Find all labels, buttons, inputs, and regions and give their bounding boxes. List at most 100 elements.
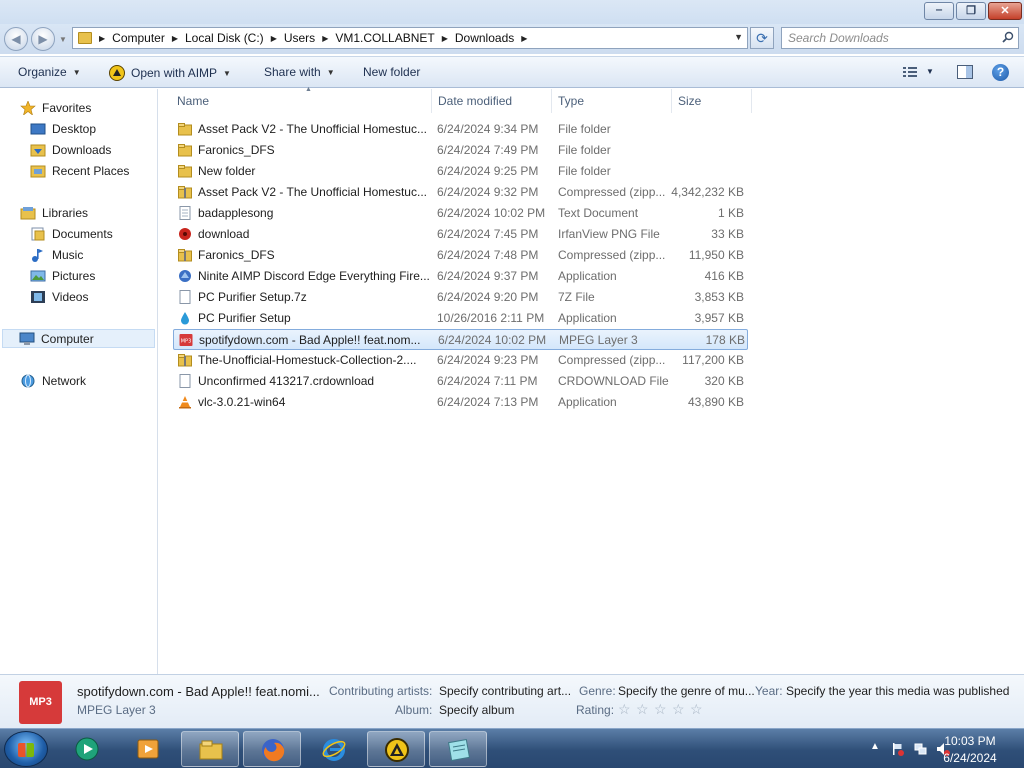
column-header-type[interactable]: Type [558, 94, 584, 108]
file-row[interactable]: New folder 6/24/2024 9:25 PM File folder [173, 161, 748, 182]
file-name: Faronics_DFS [198, 143, 275, 157]
file-row[interactable]: Asset Pack V2 - The Unofficial Homestuc.… [173, 182, 748, 203]
rating-stars[interactable]: ☆ ☆ ☆ ☆ ☆ [618, 702, 708, 716]
file-type: MPEG Layer 3 [559, 333, 638, 347]
column-divider[interactable] [671, 89, 672, 113]
chevron-right-icon[interactable]: ▶ [519, 34, 529, 43]
chevron-right-icon[interactable]: ▶ [269, 34, 279, 43]
nav-downloads[interactable]: Downloads [30, 140, 111, 159]
taskbar-app-media-center[interactable] [119, 731, 177, 767]
rating-star-icon[interactable]: ☆ [636, 702, 651, 716]
breadcrumb-item[interactable]: Users [279, 31, 320, 45]
album-field[interactable]: Specify album [439, 703, 514, 717]
forward-button[interactable]: ▶ [31, 27, 55, 51]
nav-videos[interactable]: Videos [30, 287, 88, 306]
file-row[interactable]: Faronics_DFS 6/24/2024 7:49 PM File folder [173, 140, 748, 161]
contributing-artists-field[interactable]: Specify contributing art... [439, 684, 571, 698]
taskbar-app-internet-explorer[interactable] [305, 731, 363, 767]
start-button[interactable] [4, 731, 48, 767]
refresh-button[interactable]: ⟳ [750, 27, 774, 49]
close-button[interactable]: ✕ [988, 2, 1022, 20]
windows-media-player-icon [75, 737, 99, 761]
breadcrumb-item[interactable]: VM1.COLLABNET [330, 31, 439, 45]
column-header-size[interactable]: Size [678, 94, 701, 108]
file-date-modified: 6/24/2024 9:20 PM [437, 290, 539, 304]
file-date-modified: 6/24/2024 9:23 PM [437, 353, 539, 367]
chevron-right-icon[interactable]: ▶ [440, 34, 450, 43]
rating-star-icon[interactable]: ☆ [672, 702, 687, 716]
file-row[interactable]: download 6/24/2024 7:45 PM IrfanView PNG F… [173, 224, 748, 245]
nav-music[interactable]: Music [30, 245, 83, 264]
minimize-button[interactable]: ‒ [924, 2, 954, 20]
address-bar[interactable]: ▶ Computer ▶ Local Disk (C:) ▶ Users ▶ V… [72, 27, 748, 49]
nav-recent-places[interactable]: Recent Places [30, 161, 129, 180]
nav-favorites[interactable]: Favorites [20, 98, 91, 117]
chevron-right-icon[interactable]: ▶ [97, 34, 107, 43]
file-name: Faronics_DFS [198, 248, 275, 262]
chevron-down-icon: ▼ [72, 67, 81, 77]
nav-pictures[interactable]: Pictures [30, 266, 95, 285]
file-row[interactable]: MP3 spotifydown.com - Bad Apple!! feat.no… [173, 329, 748, 350]
rating-star-icon[interactable]: ☆ [618, 702, 633, 716]
rating-star-icon[interactable]: ☆ [690, 702, 705, 716]
nav-documents[interactable]: Documents [30, 224, 113, 243]
clock-date[interactable]: 6/24/2024 [930, 751, 1010, 765]
show-hidden-icons-icon[interactable]: ▲ [870, 741, 884, 755]
open-with-aimp-button[interactable]: Open with AIMP ▼ [109, 65, 231, 81]
network-status-icon[interactable] [914, 742, 928, 756]
breadcrumb-item[interactable]: Downloads [450, 31, 519, 45]
breadcrumb-item[interactable]: Computer [107, 31, 170, 45]
back-button[interactable]: ◀ [4, 27, 28, 51]
file-size: 43,890 KB [687, 395, 744, 409]
recent-pages-dropdown-icon[interactable]: ▼ [59, 35, 67, 44]
search-icon[interactable] [1002, 31, 1014, 43]
view-options-dropdown-icon[interactable]: ▼ [926, 67, 934, 76]
column-divider[interactable] [431, 89, 432, 113]
change-view-icon[interactable] [902, 65, 918, 79]
search-input[interactable] [788, 29, 998, 47]
chevron-right-icon[interactable]: ▶ [170, 34, 180, 43]
address-dropdown-icon[interactable]: ▼ [734, 32, 743, 42]
preview-pane-icon[interactable] [957, 65, 973, 79]
minimize-icon: ‒ [935, 4, 943, 16]
file-row[interactable]: Asset Pack V2 - The Unofficial Homestuc.… [173, 119, 748, 140]
file-size: 117,200 KB [682, 353, 744, 367]
rating-label: Rating: [576, 703, 615, 717]
taskbar-app-windows-media-player[interactable] [58, 731, 116, 767]
action-center-flag-icon[interactable] [890, 742, 904, 756]
nav-desktop[interactable]: Desktop [30, 119, 96, 138]
taskbar-app-explorer[interactable] [181, 731, 239, 767]
column-divider[interactable] [751, 89, 752, 113]
nav-libraries[interactable]: Libraries [20, 203, 88, 222]
file-row[interactable]: badapplesong 6/24/2024 10:02 PM Text Docum… [173, 203, 748, 224]
file-row[interactable]: The-Unofficial-Homestuck-Collection-2...… [173, 350, 748, 371]
column-divider[interactable] [551, 89, 552, 113]
share-with-button[interactable]: Share with ▼ [264, 65, 335, 79]
file-row[interactable]: Unconfirmed 413217.crdownload 6/24/2024 7… [173, 371, 748, 392]
taskbar-app-notepad[interactable] [429, 731, 487, 767]
column-header-date[interactable]: Date modified [438, 94, 512, 108]
taskbar-app-aimp[interactable] [367, 731, 425, 767]
help-icon[interactable]: ? [992, 64, 1009, 81]
file-row[interactable]: PC Purifier Setup.7z 6/24/2024 9:20 PM 7Z … [173, 287, 748, 308]
breadcrumb-item[interactable]: Local Disk (C:) [180, 31, 269, 45]
file-row[interactable]: Faronics_DFS 6/24/2024 7:48 PM Compressed … [173, 245, 748, 266]
nav-network[interactable]: Network [20, 371, 86, 390]
clock-time[interactable]: 10:03 PM [930, 734, 1010, 748]
rating-star-icon[interactable]: ☆ [654, 702, 669, 716]
genre-field[interactable]: Specify the genre of mu... [618, 684, 755, 698]
taskbar-app-firefox[interactable] [243, 731, 301, 767]
nav-label: Favorites [42, 100, 92, 115]
file-row[interactable]: vlc-3.0.21-win64 6/24/2024 7:13 PM Applica… [173, 392, 748, 413]
maximize-button[interactable]: ❐ [956, 2, 986, 20]
file-row[interactable]: PC Purifier Setup 10/26/2016 2:11 PM Appli… [173, 308, 748, 329]
file-row[interactable]: Ninite AIMP Discord Edge Everything Fire… [173, 266, 748, 287]
nav-computer[interactable]: Computer [2, 329, 155, 348]
column-header-name[interactable]: Name [177, 94, 209, 108]
file-date-modified: 10/26/2016 2:11 PM [437, 311, 545, 325]
new-folder-button[interactable]: New folder [363, 65, 420, 79]
chevron-right-icon[interactable]: ▶ [320, 34, 330, 43]
organize-button[interactable]: Organize ▼ [18, 65, 81, 79]
sort-ascending-icon: ▲ [305, 86, 312, 93]
year-field[interactable]: Specify the year this media was publishe… [786, 684, 1009, 698]
